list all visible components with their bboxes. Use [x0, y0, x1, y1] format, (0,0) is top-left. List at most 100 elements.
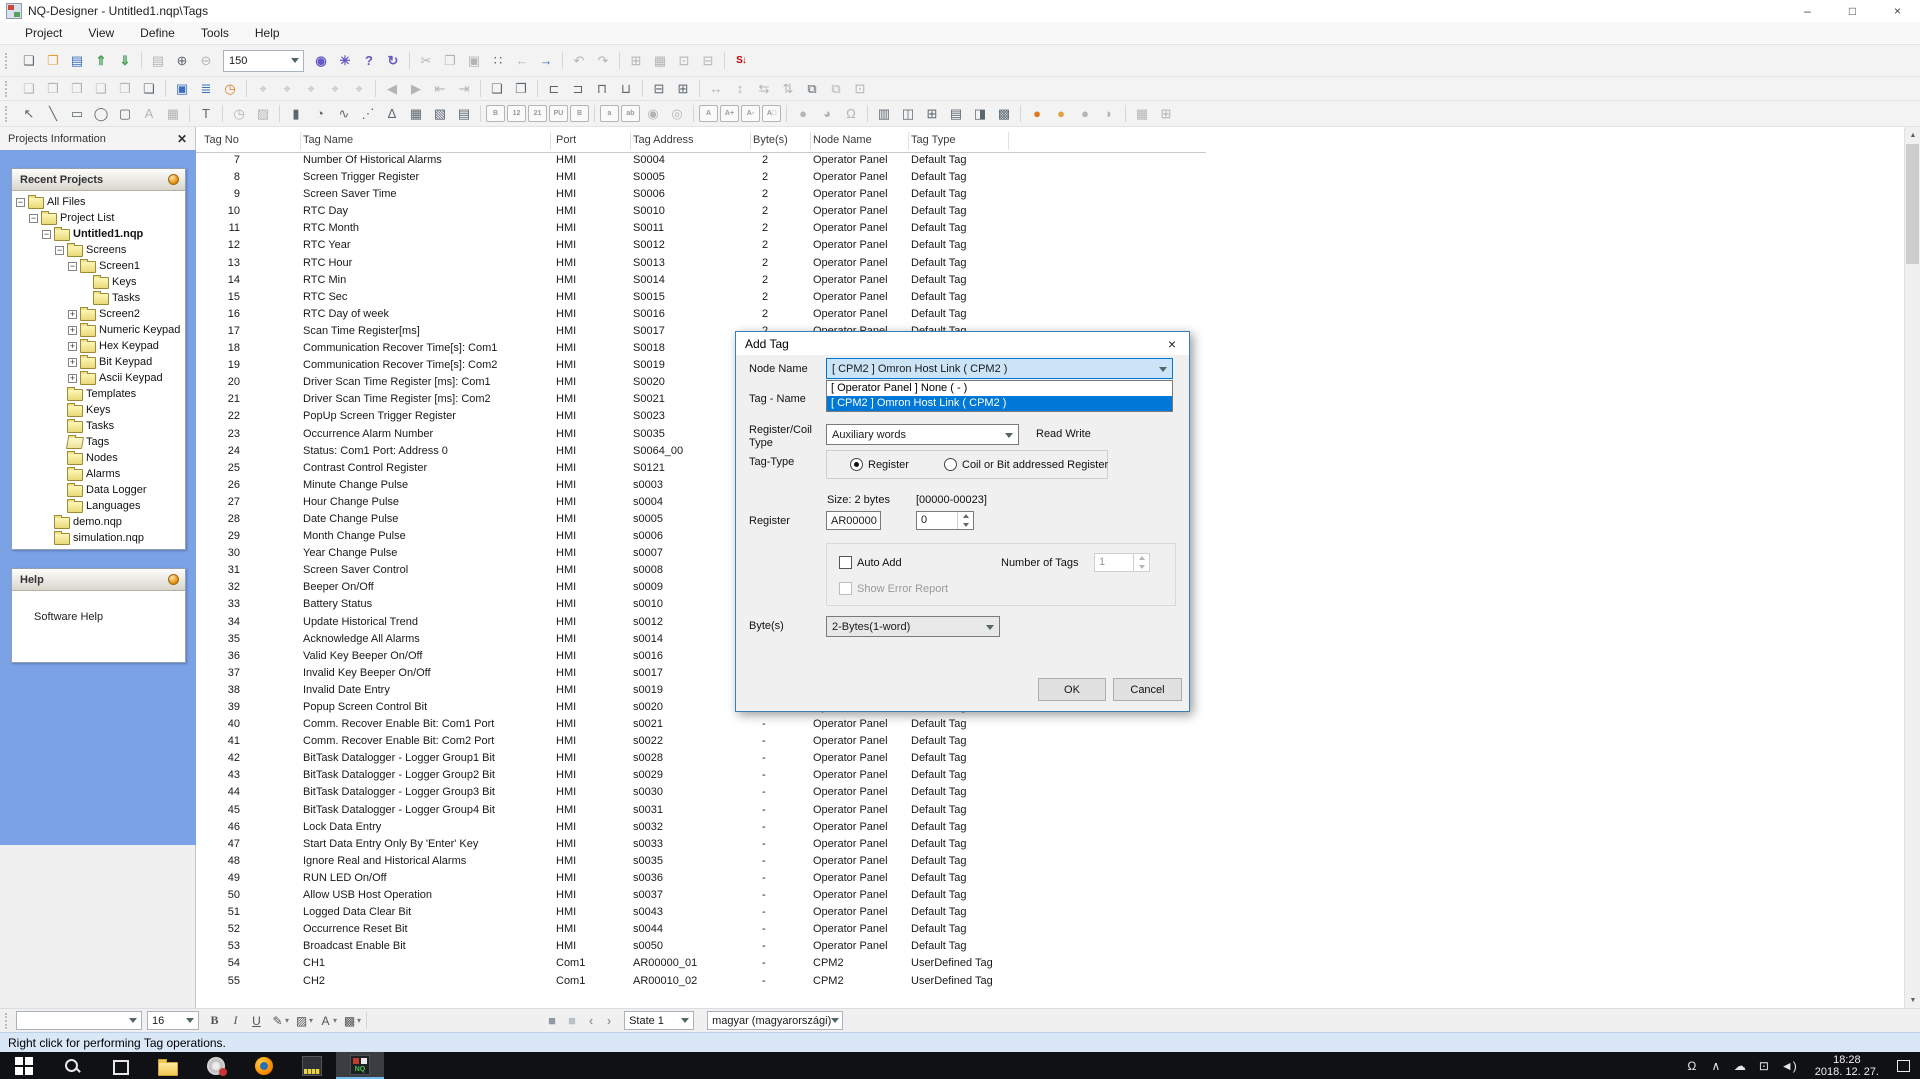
- selector-object-icon[interactable]: ⊞: [921, 103, 943, 124]
- screen-next-icon[interactable]: ▶: [405, 78, 427, 99]
- text-tool-icon[interactable]: A: [138, 103, 160, 124]
- bytes-combobox[interactable]: 2-Bytes(1-word): [826, 616, 1000, 637]
- people-icon[interactable]: Ω: [1685, 1059, 1699, 1073]
- collapse-icon[interactable]: −: [29, 213, 38, 223]
- gauge-object-icon[interactable]: ◗: [1098, 103, 1120, 124]
- line-tool-icon[interactable]: ╲: [42, 103, 64, 124]
- tree-item-ascii-keypad[interactable]: + Ascii Keypad: [12, 370, 185, 386]
- toolbar-grip[interactable]: [5, 52, 12, 69]
- date-object-icon[interactable]: ▨: [252, 103, 274, 124]
- register-radio[interactable]: [850, 458, 863, 471]
- go-forward-icon[interactable]: →: [535, 50, 557, 71]
- onedrive-icon[interactable]: ☁: [1733, 1059, 1747, 1073]
- column-header-node-name[interactable]: Node Name: [813, 134, 872, 146]
- column-header-tag-name[interactable]: Tag Name: [303, 134, 353, 146]
- properties-icon[interactable]: ▤: [147, 50, 169, 71]
- bit-field-icon[interactable]: B: [486, 105, 505, 122]
- ascii-object-icon[interactable]: ◨: [969, 103, 991, 124]
- paste-icon[interactable]: ▣: [463, 50, 485, 71]
- grid-small-icon[interactable]: ⊞: [625, 50, 647, 71]
- upload-from-panel-icon[interactable]: ⇓: [114, 50, 136, 71]
- tree-item-tasks[interactable]: −Tasks: [12, 290, 185, 306]
- tree-item-tasks[interactable]: −Tasks: [12, 418, 185, 434]
- zoom-level-combobox[interactable]: 150: [223, 49, 304, 72]
- table-row[interactable]: 50 Allow USB Host Operation HMI s0037 - Opera…: [196, 887, 1904, 904]
- image-tool-icon[interactable]: ▦: [162, 103, 184, 124]
- clock-object-icon[interactable]: ◷: [228, 103, 250, 124]
- table-row[interactable]: 52 Occurrence Reset Bit HMI s0044 - Operator …: [196, 921, 1904, 938]
- ungroup-objects-icon[interactable]: ⧉: [825, 78, 847, 99]
- underline-button[interactable]: U: [246, 1011, 267, 1031]
- pie-object-icon[interactable]: ●: [792, 103, 814, 124]
- table-row[interactable]: 54 CH1 Com1 AR00000_01 - CPM2 UserDefined Tag: [196, 955, 1904, 972]
- table-row[interactable]: 14 RTC Min HMI S0014 2 Operator Panel Default …: [196, 272, 1904, 289]
- chevron-down-icon[interactable]: ▾: [309, 1016, 313, 1025]
- register-coil-type-combobox[interactable]: Auxiliary words: [826, 424, 1019, 445]
- chevron-down-icon[interactable]: ▾: [357, 1016, 361, 1025]
- align-right-icon[interactable]: ⊐: [567, 78, 589, 99]
- network-icon[interactable]: ⊡: [1757, 1059, 1771, 1073]
- make-same-width-icon[interactable]: ↔: [705, 78, 727, 99]
- tree-item-nodes[interactable]: −Nodes: [12, 450, 185, 466]
- dialog-close-icon[interactable]: ×: [1155, 332, 1189, 355]
- column-separator[interactable]: [750, 132, 751, 150]
- tree-item-project-list[interactable]: − Project List: [12, 210, 185, 226]
- menu-tools[interactable]: Tools: [188, 23, 242, 43]
- taskbar-task-view[interactable]: [96, 1052, 144, 1079]
- table-row[interactable]: 48 Ignore Real and Historical Alarms HMI s0…: [196, 853, 1904, 870]
- scroll-down-icon[interactable]: ▼: [1905, 992, 1920, 1008]
- tag-database-icon[interactable]: ≣: [195, 78, 217, 99]
- expand-icon[interactable]: +: [68, 341, 77, 351]
- taskbar-clock[interactable]: 18:28 2018. 12. 27.: [1815, 1054, 1879, 1078]
- tree-item-screen2[interactable]: + Screen2: [12, 306, 185, 322]
- font-name-combobox[interactable]: [16, 1011, 142, 1030]
- regroup-objects-icon[interactable]: ⊡: [849, 78, 871, 99]
- maximize-button[interactable]: □: [1830, 0, 1875, 22]
- table-row[interactable]: 40 Comm. Recover Enable Bit: Com1 Port HMI…: [196, 716, 1904, 733]
- tree-item-alarms[interactable]: −Alarms: [12, 466, 185, 482]
- tree-item-data-logger[interactable]: −Data Logger: [12, 482, 185, 498]
- toolbar-grip[interactable]: [5, 1012, 12, 1029]
- tree-item-bit-keypad[interactable]: + Bit Keypad: [12, 354, 185, 370]
- align-center-vertical-icon[interactable]: ⊞: [672, 78, 694, 99]
- lamp-off-icon[interactable]: ◎: [666, 103, 688, 124]
- column-header-port[interactable]: Port: [556, 134, 576, 146]
- align-left-icon[interactable]: ⊏: [543, 78, 565, 99]
- lamp-on-icon[interactable]: ◉: [642, 103, 664, 124]
- expand-icon[interactable]: +: [68, 325, 77, 335]
- simulator-icon[interactable]: ▣: [171, 78, 193, 99]
- led-yellow-object-icon[interactable]: ●: [1050, 103, 1072, 124]
- new-project-icon[interactable]: ❏: [18, 50, 40, 71]
- table-row[interactable]: 47 Start Data Entry Only By 'Enter' Key HM…: [196, 836, 1904, 853]
- chevron-down-icon[interactable]: ▾: [285, 1016, 289, 1025]
- toolbar-grip[interactable]: [5, 105, 12, 122]
- tree-item-tags[interactable]: −Tags: [12, 434, 185, 450]
- table-row[interactable]: 9 Screen Saver Time HMI S0006 2 Operator Pane…: [196, 186, 1904, 203]
- message-export-icon[interactable]: A-: [741, 105, 760, 122]
- make-same-height-icon[interactable]: ↕: [729, 78, 751, 99]
- table-row[interactable]: 11 RTC Month HMI S0011 2 Operator Panel Defaul…: [196, 220, 1904, 237]
- column-header-tag-address[interactable]: Tag Address: [633, 134, 694, 146]
- open-project-icon[interactable]: ❐: [42, 50, 64, 71]
- distribute-horizontal-icon[interactable]: ⇆: [753, 78, 775, 99]
- align-top-icon[interactable]: ⊓: [591, 78, 613, 99]
- table-row[interactable]: 51 Logged Data Clear Bit HMI s0043 - Operator…: [196, 904, 1904, 921]
- undo-icon[interactable]: ↶: [568, 50, 590, 71]
- grid-dots-icon[interactable]: ⊡: [673, 50, 695, 71]
- screen-first-icon[interactable]: ⇤: [429, 78, 451, 99]
- panel-roll-icon[interactable]: [168, 174, 179, 185]
- ellipse-tool-icon[interactable]: ◯: [90, 103, 112, 124]
- screen-copy-icon[interactable]: ❐: [66, 78, 88, 99]
- next-state-button[interactable]: ›: [600, 1011, 618, 1031]
- taskbar-nq-designer[interactable]: NQ: [336, 1052, 384, 1079]
- recipe-object-icon[interactable]: ▩: [993, 103, 1015, 124]
- tree-item-screen1[interactable]: − Screen1: [12, 258, 185, 274]
- save-project-icon[interactable]: ▤: [66, 50, 88, 71]
- bar-graph-object-icon[interactable]: ▮: [285, 103, 307, 124]
- coil-radio[interactable]: [944, 458, 957, 471]
- grid-lines-icon[interactable]: ⊟: [697, 50, 719, 71]
- help-topics-icon[interactable]: ?: [358, 50, 380, 71]
- alarm-object-icon[interactable]: Δ: [381, 103, 403, 124]
- grid-toggle-icon[interactable]: ∷: [487, 50, 509, 71]
- grid-medium-icon[interactable]: ▦: [649, 50, 671, 71]
